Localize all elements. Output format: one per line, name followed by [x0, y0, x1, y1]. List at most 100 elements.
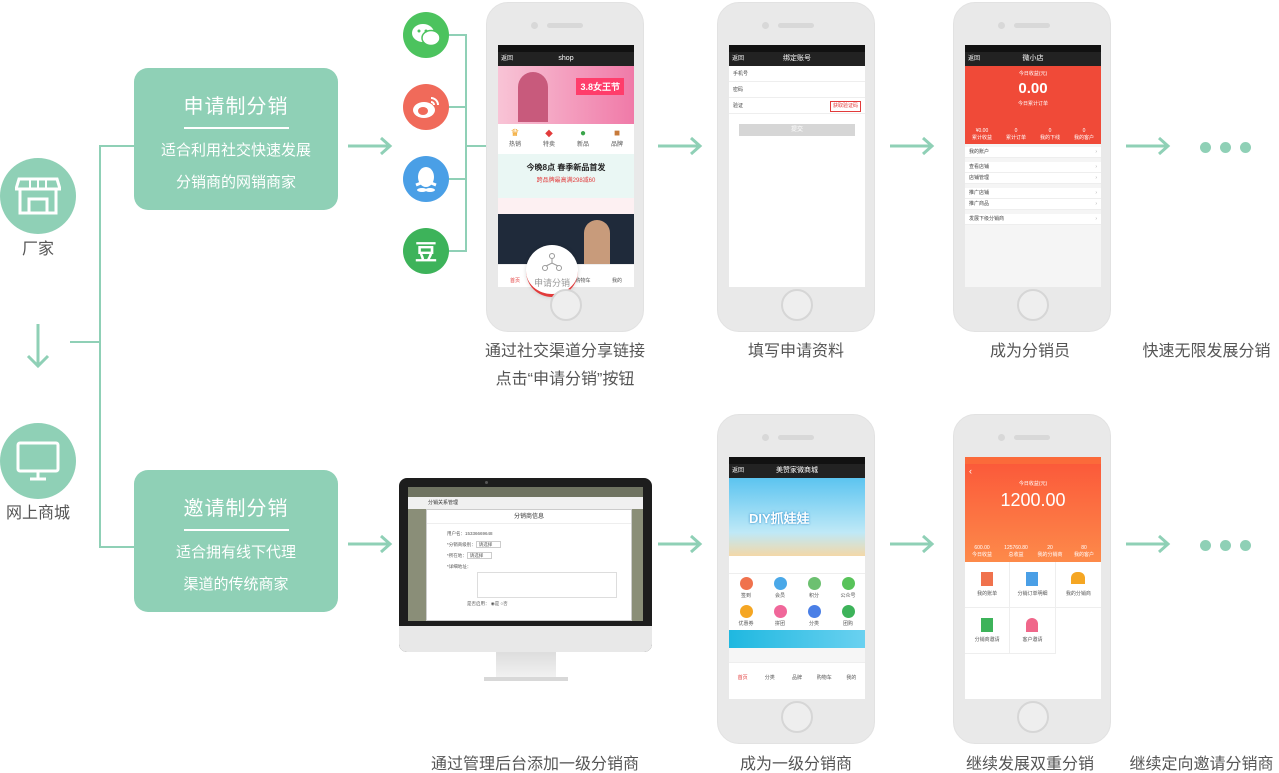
step-label: 填写申请资料 — [747, 343, 844, 360]
step-label: 通过管理后台添加一级分销商 — [430, 756, 639, 773]
username-row: 用户名：15336669648 — [447, 531, 493, 536]
grid-item[interactable]: 优惠券 — [729, 602, 763, 630]
icon-grid: 签到 会员 积分 公众号 优惠券 拼团 分类 团购 — [729, 574, 865, 630]
arrow-right-icon — [348, 136, 393, 156]
factory-label: 厂家 — [21, 241, 54, 258]
arrow-right-icon — [890, 534, 935, 554]
step-label: 继续定向邀请分销商 — [1129, 756, 1274, 773]
grid-orders[interactable]: 分销订单明细 — [1010, 562, 1056, 608]
code-field[interactable]: 验证 获取验证码 — [729, 98, 865, 114]
connector-line — [448, 178, 466, 180]
tab-brand[interactable]: 品牌 — [783, 663, 810, 682]
back-link[interactable]: 返回 — [501, 52, 513, 66]
tab-category[interactable]: 分类 — [756, 663, 783, 682]
apply-distribution-card: 申请制分销 适合利用社交快速发展 分销商的网销商家 — [134, 68, 338, 210]
earnings-amount: 0.00 — [1018, 80, 1048, 97]
address-field[interactable]: *详细地址： — [447, 561, 631, 572]
douban-icon: 豆 — [403, 228, 449, 274]
step-label: 快速无限发展分销 — [1142, 343, 1271, 360]
get-code-button[interactable]: 获取验证码 — [829, 101, 861, 112]
mall-banner[interactable]: DIY抓娃娃 — [729, 478, 865, 556]
tab-cart[interactable]: 购物车 — [811, 663, 838, 682]
phone-field[interactable]: 手机号 — [729, 66, 865, 82]
monitor-stand — [496, 652, 556, 678]
connector-line — [99, 145, 101, 548]
back-icon[interactable]: ‹ — [969, 466, 972, 476]
menu-manage-store[interactable]: 店铺管理 — [965, 173, 1101, 184]
card-title: 邀请制分销 — [183, 492, 289, 531]
back-link[interactable]: 返回 — [968, 52, 980, 66]
grid-item[interactable]: 分类 — [797, 602, 831, 630]
step-label: 通过社交渠道分享链接 点击“申请分销”按钮 — [484, 343, 645, 388]
status-radio[interactable]: 是否启用： ◉是 ○否 — [467, 598, 631, 609]
connector-line — [465, 34, 467, 252]
admin-header: 分销关系管理 — [408, 497, 643, 509]
promo-banner[interactable]: 今晚8点 春季新品首发 跨品牌最高满298减60 — [498, 154, 634, 198]
category-new[interactable]: ● 新品 — [566, 124, 600, 154]
grid-invite-customer[interactable]: 客户邀请 — [1010, 608, 1056, 654]
connector-line — [99, 546, 135, 548]
arrow-right-icon — [348, 534, 393, 554]
step-label: 继续发展双重分销 — [965, 756, 1094, 773]
submit-button[interactable]: 提交 — [739, 124, 855, 136]
menu-develop[interactable]: 发展下级分销商 — [965, 214, 1101, 225]
earnings-amount: 1200.00 — [1000, 490, 1066, 510]
phone-store: 返回 微小店 今日收益(元) 0.00 今日累计订单 ¥0.00 累计收益 0 累计订… — [953, 2, 1111, 332]
grid-bill[interactable]: 我的账单 — [965, 562, 1011, 608]
back-link[interactable]: 返回 — [732, 52, 744, 66]
phone-mall: 返回 美赞家微商城 DIY抓娃娃 签到 会员 积分 公众号 优惠券 拼团 分类 团… — [717, 414, 875, 744]
card-desc: 适合利用社交快速发展 — [160, 142, 311, 159]
grid-item[interactable]: 团购 — [831, 602, 865, 630]
grid-item[interactable]: 会员 — [763, 574, 797, 602]
arrow-right-icon — [658, 534, 703, 554]
nav-title: 绑定账号 — [783, 55, 811, 62]
category-row: ♛ 热销 ◆ 特卖 ● 新品 ■ 品牌 — [498, 124, 634, 154]
desktop-monitor: 分销关系管理 分销商信息 用户名：15336669648 *分销商级别： 请选择 … — [399, 478, 652, 652]
connector-line — [465, 145, 487, 147]
weibo-icon — [403, 84, 449, 130]
monitor-icon — [0, 423, 76, 499]
arrow-right-icon — [1126, 534, 1171, 554]
menu-promote-goods[interactable]: 推广商品 — [965, 199, 1101, 210]
tab-me[interactable]: 我的 — [838, 663, 865, 682]
earnings-panel: 今日收益(元) 0.00 今日累计订单 ¥0.00 累计收益 0 累计订单 0 我的下… — [965, 66, 1101, 144]
grid-item[interactable]: 公众号 — [831, 574, 865, 602]
wechat-icon — [403, 12, 449, 58]
step-label: 成为一级分销商 — [739, 756, 852, 773]
tab-me[interactable]: 我的 — [600, 265, 634, 286]
nav-title: shop — [558, 55, 574, 62]
network-icon — [542, 253, 562, 271]
more-ellipsis-icon — [1200, 140, 1262, 153]
arrow-right-icon — [658, 136, 703, 156]
category-sale[interactable]: ◆ 特卖 — [532, 124, 566, 154]
factory-icon — [0, 158, 76, 234]
password-field[interactable]: 密码 — [729, 82, 865, 98]
back-link[interactable]: 返回 — [732, 464, 744, 478]
qq-icon — [403, 156, 449, 202]
grid-item[interactable]: 拼团 — [763, 602, 797, 630]
earnings-panel: ‹ 今日收益(元) 1200.00 600.00 今日收益 125760.80 总收… — [965, 464, 1101, 562]
tab-home[interactable]: 首页 — [729, 663, 756, 682]
menu-account[interactable]: 我的账户 — [965, 147, 1101, 158]
level-select[interactable]: *分销商级别： 请选择 — [447, 539, 631, 550]
tab-bar: 首页 分类 品牌 购物车 我的 — [729, 662, 865, 682]
apply-button-label: 申请分销 — [533, 278, 570, 288]
connector-line — [448, 106, 466, 108]
nav-title: 美赞家微商城 — [776, 467, 818, 474]
connector-line — [448, 34, 466, 36]
phone-distributor: ‹ 今日收益(元) 1200.00 600.00 今日收益 125760.80 总收… — [953, 414, 1111, 744]
shop-banner[interactable]: 3.8女王节 — [498, 66, 634, 124]
grid-item[interactable]: 签到 — [729, 574, 763, 602]
grid-my-distributors[interactable]: 我的分销商 — [1055, 562, 1101, 608]
grid-invite-distributor[interactable]: 分销商邀请 — [965, 608, 1011, 654]
menu-view-store[interactable]: 查看店铺 — [965, 162, 1101, 173]
region-select[interactable]: *所在地： 请选择 — [447, 550, 631, 561]
category-hot[interactable]: ♛ 热销 — [498, 124, 532, 154]
menu-promote-store[interactable]: 推广店铺 — [965, 188, 1101, 199]
invite-distribution-card: 邀请制分销 适合拥有线下代理 渠道的传统商家 — [134, 470, 338, 612]
arrow-right-icon — [890, 136, 935, 156]
down-arrow-icon — [26, 324, 50, 369]
phone-form: 返回 绑定账号 手机号 密码 验证 获取验证码 提交 — [717, 2, 875, 332]
category-brand[interactable]: ■ 品牌 — [600, 124, 634, 154]
grid-item[interactable]: 积分 — [797, 574, 831, 602]
